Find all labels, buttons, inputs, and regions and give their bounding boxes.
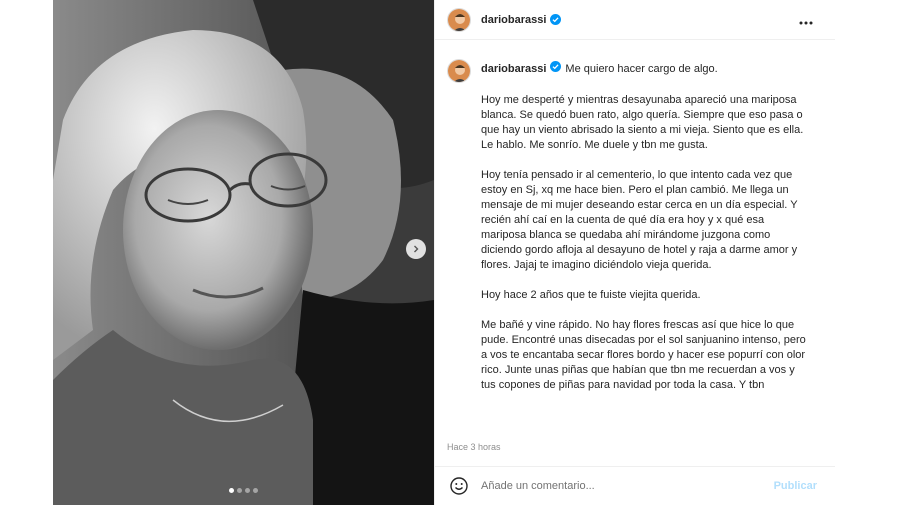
emoji-smile-icon: [450, 477, 468, 495]
emoji-button[interactable]: [449, 476, 469, 496]
caption-first-text: Me quiero hacer cargo de algo.: [565, 62, 718, 75]
caption-first-line: dariobarassi Me quiero hacer cargo de al…: [481, 61, 718, 76]
comment-input[interactable]: [481, 480, 751, 492]
carousel-dot: [229, 488, 234, 493]
carousel-indicator: [53, 488, 434, 493]
caption-body: Hoy me desperté y mientras desayunaba ap…: [481, 93, 809, 395]
verified-badge-icon: [550, 61, 562, 76]
post-timestamp[interactable]: Hace 3 horas: [447, 442, 501, 452]
caption-scroll-area[interactable]: dariobarassi Me quiero hacer cargo de al…: [435, 41, 835, 395]
caption-paragraph: Hoy me desperté y mientras desayunaba ap…: [481, 94, 804, 151]
carousel-dot: [237, 488, 242, 493]
carousel-dot: [253, 488, 258, 493]
avatar[interactable]: [447, 59, 471, 83]
publish-button[interactable]: Publicar: [774, 480, 817, 492]
post-media: [53, 0, 434, 505]
chevron-right-icon: [414, 245, 419, 253]
caption-paragraph: Hoy hace 2 años que te fuiste viejita qu…: [481, 289, 701, 301]
caption-paragraph: Hoy tenía pensado ir al cementerio, lo q…: [481, 169, 798, 271]
carousel-next-button[interactable]: [406, 239, 426, 259]
more-options-button[interactable]: [799, 12, 813, 30]
verified-badge-icon: [550, 14, 562, 25]
post-photo: [53, 0, 434, 505]
caption-paragraph: Me bañé y vine rápido. No hay flores fre…: [481, 319, 806, 395]
more-horizontal-icon: [799, 21, 813, 25]
avatar-photo-icon: [448, 8, 470, 31]
avatar[interactable]: [447, 7, 471, 32]
post-details-panel: dariobarassi dariobarassi Me quiero hace…: [434, 0, 835, 505]
caption-username[interactable]: dariobarassi: [481, 62, 546, 76]
avatar-photo-icon: [448, 60, 470, 82]
comment-bar: Publicar: [435, 466, 835, 505]
carousel-dot: [245, 488, 250, 493]
caption-header: dariobarassi Me quiero hacer cargo de al…: [447, 59, 809, 83]
instagram-post: dariobarassi dariobarassi Me quiero hace…: [53, 0, 835, 505]
post-header: dariobarassi: [435, 0, 835, 40]
post-username[interactable]: dariobarassi: [481, 14, 546, 26]
